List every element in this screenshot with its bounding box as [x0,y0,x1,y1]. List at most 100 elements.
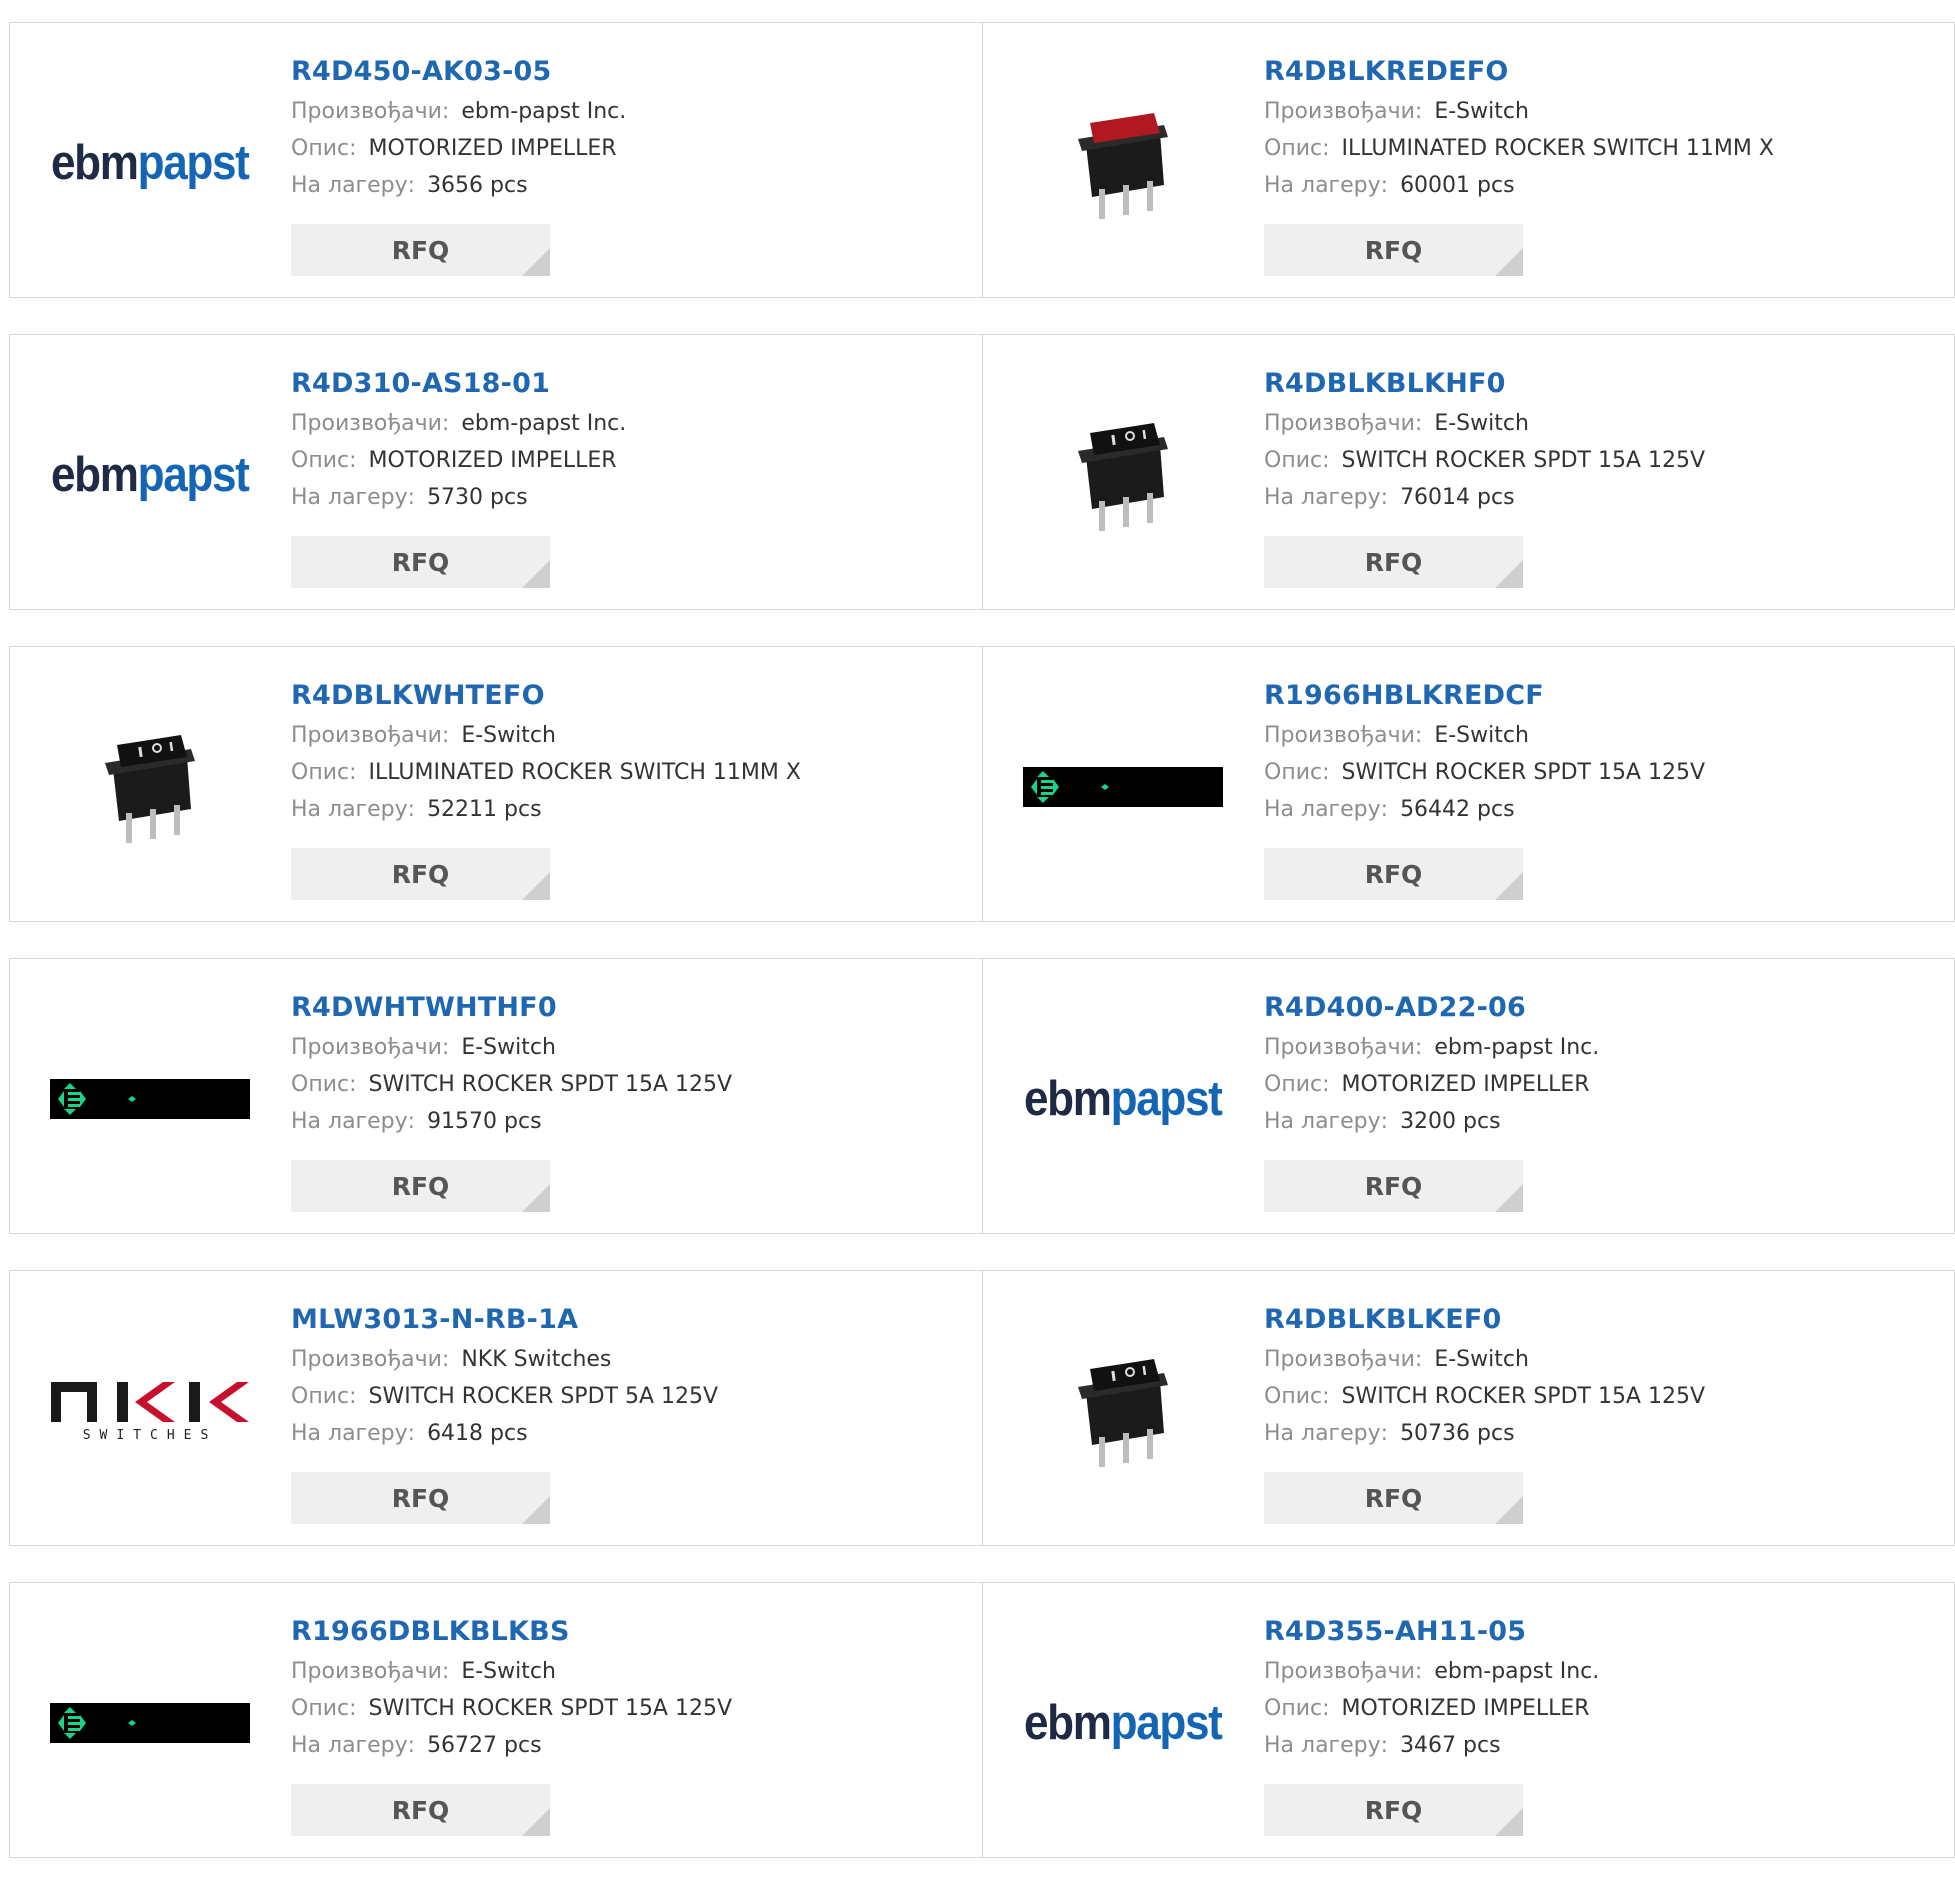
nkk-logo: SWITCHES [51,1380,249,1443]
lcd-strip-icon [1023,767,1223,807]
product-image[interactable]: ebmpapst [50,63,250,263]
product-grid: ebmpapst R4D450-AK03-05 Произвођачи: ebm-… [9,22,1955,1894]
black-rocker-switch-photo [1068,405,1178,545]
manufacturer-row: Произвођачи: E-Switch [291,717,801,754]
corner-triangle-icon [1495,1808,1523,1836]
rfq-button-label: RFQ [1364,235,1423,265]
product-image[interactable]: ebmpapst [50,375,250,575]
product-row: R4DBLKWHTEFO Произвођачи: E-Switch Опис: I… [9,646,1955,922]
description-row: Опис: ILLUMINATED ROCKER SWITCH 11MM X [1264,130,1774,167]
part-number-link[interactable]: R4DBLKREDEFO [1264,51,1774,93]
description-row: Опис: SWITCH ROCKER SPDT 15A 125V [291,1066,732,1103]
rfq-button[interactable]: RFQ [291,536,550,588]
product-card: ebmpapst R4D400-AD22-06 Произвођачи: ebm-… [983,958,1955,1234]
part-number-link[interactable]: R1966HBLKREDCF [1264,675,1705,717]
rfq-button[interactable]: RFQ [1264,848,1523,900]
stock-value: 6418 pcs [427,1421,528,1446]
part-number-link[interactable]: R4DBLKWHTEFO [291,675,801,717]
description-value: MOTORIZED IMPELLER [368,136,617,161]
product-image[interactable] [1023,687,1223,887]
ebmpapst-logo: ebmpapst [51,136,250,190]
black-rocker-switch-photo [95,717,205,857]
manufacturer-row: Произвођачи: E-Switch [1264,405,1705,442]
manufacturer-label: Произвођачи: [291,1035,450,1060]
rfq-button[interactable]: RFQ [291,224,550,276]
description-label: Опис: [291,760,357,785]
manufacturer-row: Произвођачи: E-Switch [1264,93,1774,130]
manufacturer-value: E-Switch [1434,411,1529,436]
product-info: R4DWHTWHTHF0 Произвођачи: E-Switch Опис: S… [291,987,732,1140]
ebmpapst-logo: ebmpapst [1024,1072,1223,1126]
stock-value: 76014 pcs [1400,485,1515,510]
manufacturer-label: Произвођачи: [1264,411,1423,436]
stock-label: На лагеру: [1264,1109,1389,1134]
lcd-strip-icon [50,1703,250,1743]
manufacturer-value: E-Switch [1434,1347,1529,1372]
rfq-button[interactable]: RFQ [1264,1472,1523,1524]
manufacturer-row: Произвођачи: ebm-papst Inc. [291,405,626,442]
product-image[interactable] [1023,1311,1223,1511]
product-image[interactable] [50,999,250,1199]
description-row: Опис: MOTORIZED IMPELLER [291,130,626,167]
manufacturer-label: Произвођачи: [1264,1035,1423,1060]
stock-value: 56727 pcs [427,1733,542,1758]
product-row: SWITCHES MLW3013-N-RB-1A Произвођачи: NKK… [9,1270,1955,1546]
description-label: Опис: [1264,1384,1330,1409]
product-image[interactable] [1023,63,1223,263]
rfq-button[interactable]: RFQ [291,1472,550,1524]
product-image[interactable]: ebmpapst [1023,1623,1223,1823]
manufacturer-label: Произвођачи: [291,1347,450,1372]
manufacturer-value: E-Switch [1434,723,1529,748]
manufacturer-row: Произвођачи: E-Switch [291,1653,732,1690]
product-image[interactable] [50,1623,250,1823]
description-row: Опис: SWITCH ROCKER SPDT 15A 125V [1264,1378,1705,1415]
stock-row: На лагеру: 6418 pcs [291,1415,718,1452]
part-number-link[interactable]: R4D355-AH11-05 [1264,1611,1599,1653]
rfq-button[interactable]: RFQ [291,1784,550,1836]
part-number-link[interactable]: R4D450-AK03-05 [291,51,626,93]
part-number-link[interactable]: R1966DBLKBLKBS [291,1611,732,1653]
rfq-button[interactable]: RFQ [1264,1160,1523,1212]
product-image[interactable]: SWITCHES [50,1311,250,1511]
product-info: MLW3013-N-RB-1A Произвођачи: NKK Switches… [291,1299,718,1452]
part-number-link[interactable]: R4DBLKBLKHF0 [1264,363,1705,405]
rfq-button-label: RFQ [391,1483,450,1513]
product-card: ebmpapst R4D310-AS18-01 Произвођачи: ebm-… [9,334,983,610]
manufacturer-value: E-Switch [461,1035,556,1060]
nkk-logo-subtitle: SWITCHES [82,1427,218,1443]
stock-label: На лагеру: [291,173,416,198]
product-info: R4DBLKREDEFO Произвођачи: E-Switch Опис: I… [1264,51,1774,204]
manufacturer-label: Произвођачи: [291,1659,450,1684]
part-number-link[interactable]: MLW3013-N-RB-1A [291,1299,718,1341]
product-card: R4DWHTWHTHF0 Произвођачи: E-Switch Опис: S… [9,958,983,1234]
description-value: SWITCH ROCKER SPDT 15A 125V [1341,448,1706,473]
manufacturer-row: Произвођачи: NKK Switches [291,1341,718,1378]
description-row: Опис: ILLUMINATED ROCKER SWITCH 11MM X [291,754,801,791]
part-number-link[interactable]: R4DBLKBLKEF0 [1264,1299,1705,1341]
description-row: Опис: MOTORIZED IMPELLER [1264,1690,1599,1727]
product-image[interactable] [1023,375,1223,575]
rfq-button[interactable]: RFQ [1264,224,1523,276]
rfq-button[interactable]: RFQ [291,848,550,900]
stock-label: На лагеру: [291,485,416,510]
corner-triangle-icon [522,560,550,588]
part-number-link[interactable]: R4DWHTWHTHF0 [291,987,732,1029]
description-value: MOTORIZED IMPELLER [368,448,617,473]
part-number-link[interactable]: R4D400-AD22-06 [1264,987,1599,1029]
product-row: ebmpapst R4D450-AK03-05 Произвођачи: ebm-… [9,22,1955,298]
description-label: Опис: [1264,1072,1330,1097]
stock-label: На лагеру: [1264,1421,1389,1446]
ebmpapst-logo: ebmpapst [1024,1696,1223,1750]
rfq-button[interactable]: RFQ [1264,1784,1523,1836]
rfq-button-label: RFQ [391,1171,450,1201]
product-image[interactable]: ebmpapst [1023,999,1223,1199]
stock-row: На лагеру: 3656 pcs [291,167,626,204]
description-value: SWITCH ROCKER SPDT 15A 125V [1341,1384,1706,1409]
description-row: Опис: SWITCH ROCKER SPDT 5A 125V [291,1378,718,1415]
rfq-button[interactable]: RFQ [1264,536,1523,588]
corner-triangle-icon [522,1496,550,1524]
part-number-link[interactable]: R4D310-AS18-01 [291,363,626,405]
stock-value: 56442 pcs [1400,797,1515,822]
product-image[interactable] [50,687,250,887]
rfq-button[interactable]: RFQ [291,1160,550,1212]
